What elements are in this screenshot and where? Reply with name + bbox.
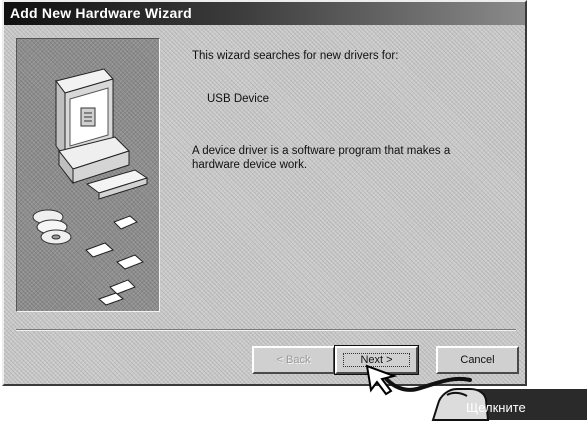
back-button-label: < Back <box>276 354 311 366</box>
intro-text: This wizard searches for new drivers for… <box>192 50 399 62</box>
next-button-label: Next > <box>360 354 393 366</box>
back-button[interactable]: < Back <box>252 346 335 374</box>
callout-label-box <box>440 389 587 420</box>
cancel-button-label: Cancel <box>460 354 495 366</box>
click-hand-icon <box>431 388 490 421</box>
separator-line <box>16 329 516 331</box>
add-new-hardware-wizard-dialog: Add New Hardware Wizard This wizard sear… <box>2 0 527 386</box>
next-button[interactable]: Next > <box>334 345 419 375</box>
device-name: USB Device <box>207 93 269 105</box>
driver-description-text: A device driver is a software program th… <box>192 145 451 171</box>
click-hand-detail-icon <box>446 391 468 397</box>
screenshot-page: Add New Hardware Wizard This wizard sear… <box>0 0 587 426</box>
hardware-illustration-panel <box>16 38 160 312</box>
computer-and-discs-icon <box>32 68 149 306</box>
window-title-bar[interactable]: Add New Hardware Wizard <box>4 2 525 25</box>
cancel-button[interactable]: Cancel <box>436 346 519 374</box>
callout-label: Щелкните <box>466 400 526 415</box>
